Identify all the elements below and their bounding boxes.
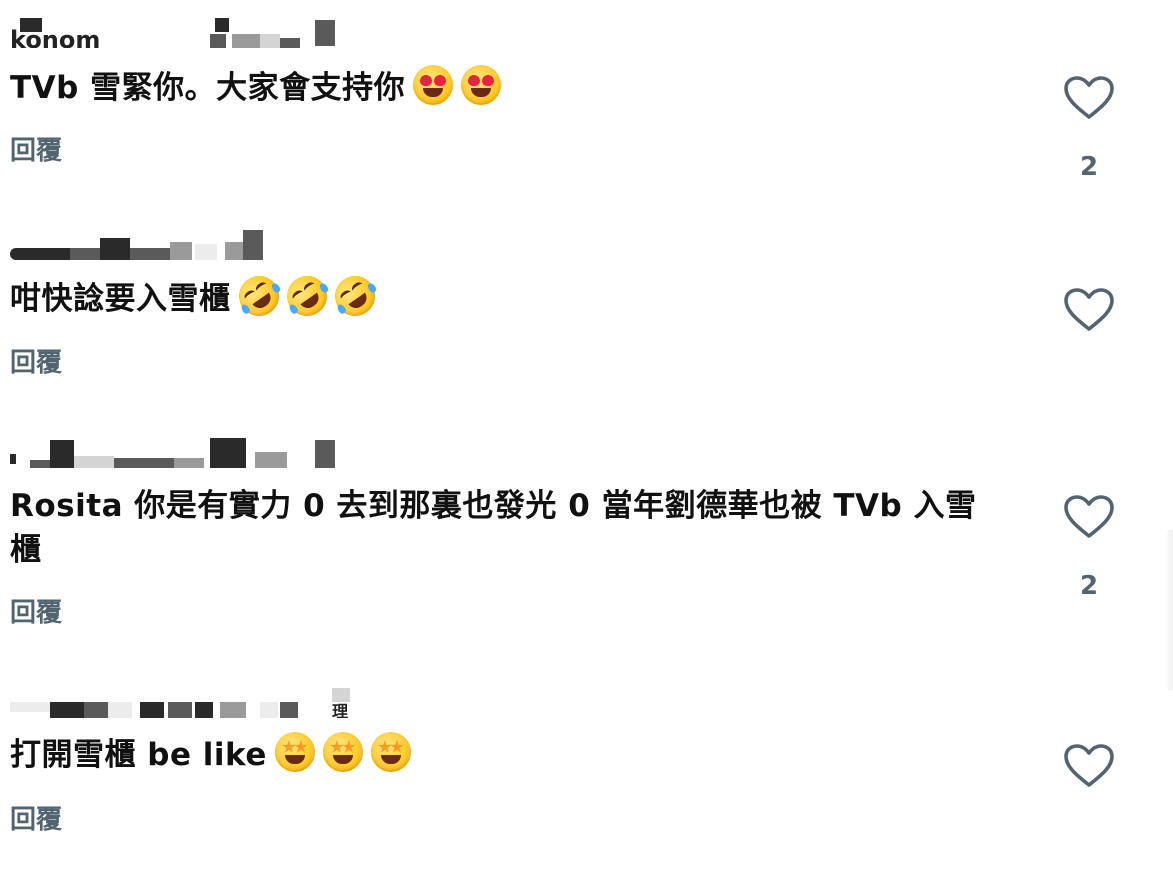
reply-button[interactable]: 回覆	[10, 592, 62, 629]
comment-text: TVb 雪緊你。大家會支持你	[10, 65, 1010, 110]
like-count: 2	[1079, 571, 1099, 601]
heart-outline-icon	[1064, 495, 1114, 538]
like-count: 2	[1079, 152, 1099, 182]
comment-text: Rosita 你是有實力 0 去到那裏也發光 0 當年劉德華也被 TVb 入雪櫃	[10, 484, 1000, 572]
rolling-laughing-emoji-icon	[230, 268, 287, 324]
comment-author-redacted[interactable]	[10, 438, 350, 468]
like-button[interactable]	[1063, 743, 1115, 789]
star-struck-emoji-icon	[370, 732, 411, 772]
heart-eyes-emoji-icon	[413, 65, 454, 105]
comment-author-redacted[interactable]	[10, 230, 350, 260]
star-struck-emoji-icon	[274, 732, 315, 772]
comment-text: 打開雪櫃 be like	[10, 732, 1010, 777]
rolling-laughing-emoji-icon	[326, 268, 383, 324]
like-button[interactable]	[1063, 287, 1115, 333]
heart-outline-icon	[1064, 288, 1114, 331]
reply-button[interactable]: 回覆	[10, 342, 62, 379]
like-button[interactable]	[1063, 75, 1115, 121]
comment-author-redacted[interactable]: konom	[10, 18, 350, 48]
heart-eyes-emoji-icon	[461, 65, 502, 105]
comment-text: 咁快諗要入雪櫃	[10, 268, 1010, 324]
rolling-laughing-emoji-icon	[278, 268, 335, 324]
heart-outline-icon	[1064, 744, 1114, 787]
comment-text-content: 咁快諗要入雪櫃	[10, 281, 231, 317]
heart-outline-icon	[1064, 76, 1114, 119]
reply-button[interactable]: 回覆	[10, 799, 62, 836]
scroll-edge	[1165, 530, 1173, 690]
comment-author-redacted[interactable]: 理	[10, 688, 350, 718]
comment-text-content: Rosita 你是有實力 0 去到那裏也發光 0 當年劉德華也被 TVb 入雪櫃	[10, 488, 977, 568]
comment-text-content: TVb 雪緊你。大家會支持你	[10, 70, 406, 106]
comment-text-content: 打開雪櫃 be like	[10, 737, 267, 773]
like-button[interactable]	[1063, 494, 1115, 540]
comments-thread: konom TVb 雪緊你。大家會支持你 回覆 2 咁快諗要入雪櫃 回覆 Ros…	[0, 0, 1173, 886]
reply-button[interactable]: 回覆	[10, 130, 62, 167]
star-struck-emoji-icon	[322, 732, 363, 772]
